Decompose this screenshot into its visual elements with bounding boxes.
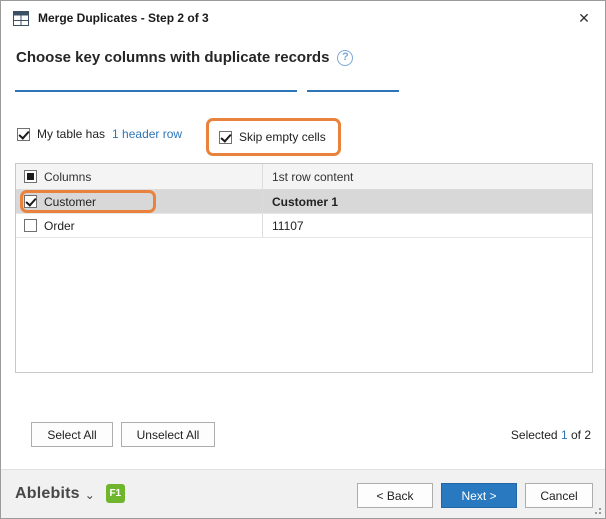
chevron-down-icon: ⌄ <box>84 487 95 502</box>
customer-first-row-value: Customer 1 <box>272 194 339 209</box>
table-row-order[interactable]: Order 11107 <box>16 214 592 238</box>
columns-table: Columns 1st row content Customer Custome… <box>15 163 593 373</box>
order-first-row-value: 11107 <box>272 218 304 233</box>
brand-logo: Ablebits <box>15 484 80 502</box>
resize-grip[interactable] <box>599 512 601 514</box>
selected-status-count: 1 <box>560 428 568 442</box>
order-label: Order <box>44 218 75 233</box>
columns-header-label: Columns <box>44 169 92 184</box>
select-all-columns-checkbox[interactable] <box>24 170 37 183</box>
f1-help-badge[interactable]: F1 <box>105 484 125 503</box>
table-header-row: Columns 1st row content <box>16 164 592 190</box>
unselect-all-button[interactable]: Unselect All <box>121 422 215 447</box>
step-progress-segment-1 <box>15 90 297 92</box>
skip-empty-checkbox-group[interactable]: Skip empty cells <box>219 125 326 149</box>
options-row: My table has 1 header row Skip empty cel… <box>17 118 591 156</box>
skip-empty-checkbox[interactable] <box>219 130 232 144</box>
back-button[interactable]: < Back <box>357 483 433 508</box>
window-title: Merge Duplicates - Step 2 of 3 <box>38 11 209 25</box>
selected-status-prefix: Selected <box>510 428 558 442</box>
help-icon[interactable]: ? <box>337 49 354 66</box>
table-row-customer[interactable]: Customer Customer 1 <box>16 190 592 214</box>
skip-empty-label: Skip empty cells <box>239 130 326 144</box>
header-row-checkbox-group[interactable]: My table has 1 header row <box>17 122 182 146</box>
customer-checkbox[interactable] <box>24 195 37 208</box>
brand-menu[interactable]: Ablebits ⌄ F1 <box>15 484 125 503</box>
page-title-text: Choose key columns with duplicate record… <box>16 49 330 66</box>
customer-label: Customer <box>44 194 97 209</box>
order-checkbox[interactable] <box>24 219 37 232</box>
next-button[interactable]: Next > <box>441 483 517 508</box>
merge-duplicates-dialog: Merge Duplicates - Step 2 of 3 ✕ Choose … <box>0 0 606 519</box>
cancel-button[interactable]: Cancel <box>525 483 593 508</box>
selected-status: Selected 1 of 2 <box>511 428 591 442</box>
header-row-link[interactable]: 1 header row <box>112 127 182 141</box>
title-bar: Merge Duplicates - Step 2 of 3 ✕ <box>1 1 605 35</box>
close-icon[interactable]: ✕ <box>569 3 599 33</box>
page-title: Choose key columns with duplicate record… <box>16 49 354 66</box>
first-row-content-header-label: 1st row content <box>272 169 354 184</box>
skip-empty-annotation: Skip empty cells <box>206 118 341 156</box>
select-all-button[interactable]: Select All <box>31 422 113 447</box>
step-progress-segment-2 <box>307 90 399 92</box>
selected-status-suffix: of 2 <box>570 428 591 442</box>
app-table-icon <box>13 10 29 26</box>
header-row-checkbox[interactable] <box>17 127 30 141</box>
header-row-label: My table has <box>37 127 106 141</box>
